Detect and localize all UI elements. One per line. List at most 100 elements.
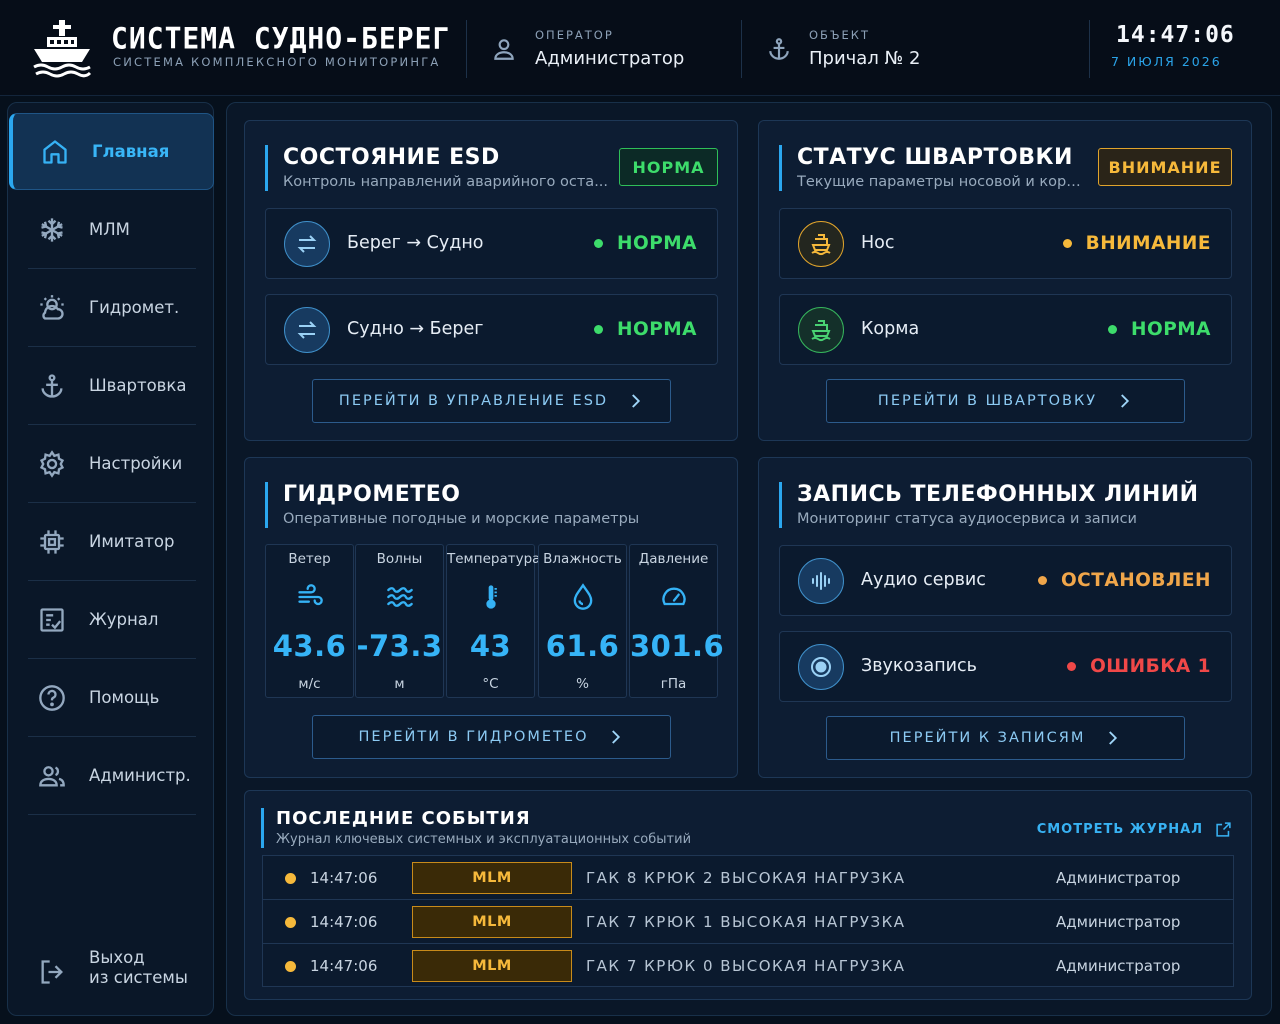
- meteo-value: 301.6: [630, 629, 725, 663]
- panel-title: ЗАПИСЬ ТЕЛЕФОННЫХ ЛИНИЙ: [797, 482, 1199, 507]
- sidebar-item-admin[interactable]: Администр.: [28, 737, 196, 815]
- panel-title: СОСТОЯНИЕ ESD: [283, 145, 500, 170]
- chevron-right-icon: [632, 394, 641, 408]
- panel-header: СТАТУС ШВАРТОВКИ Текущие параметры носов…: [779, 145, 1091, 191]
- sidebar-item-label: Администр.: [89, 766, 191, 785]
- meteo-label: Волны: [376, 551, 423, 567]
- service-label: Аудио сервис: [861, 570, 986, 590]
- logout-icon: [41, 960, 63, 984]
- meteo-label: Влажность: [543, 551, 622, 567]
- sidebar-item-mooring[interactable]: Швартовка: [28, 347, 196, 425]
- view-journal-link[interactable]: СМОТРЕТЬ ЖУРНАЛ: [1037, 821, 1232, 838]
- sidebar-item-help[interactable]: Помощь: [28, 659, 196, 737]
- meteo-pressure: Давление 301.6 гПа: [629, 544, 725, 698]
- sidebar-item-home[interactable]: Главная: [9, 113, 214, 190]
- sidebar-item-mlm[interactable]: МЛМ: [28, 191, 196, 269]
- record-icon: [798, 644, 844, 690]
- sidebar-item-label: Швартовка: [89, 376, 187, 395]
- status-indicator: ОШИБКА 1: [1067, 656, 1211, 677]
- meteo-temperature: Температура 43 °С: [446, 544, 540, 698]
- panel-title: ПОСЛЕДНИЕ СОБЫТИЯ: [276, 808, 531, 829]
- panel-subtitle: Оперативные погодные и морские параметры: [283, 511, 640, 527]
- meteo-wind: Ветер 43.6 м/с: [265, 544, 354, 698]
- logout-button[interactable]: Выход из системы: [28, 939, 196, 1009]
- panel-header: ЗАПИСЬ ТЕЛЕФОННЫХ ЛИНИЙ Мониторинг стату…: [779, 482, 1219, 528]
- chevron-right-icon: [612, 730, 621, 744]
- dashboard-main: СОСТОЯНИЕ ESD Контроль направлений авари…: [226, 102, 1272, 1016]
- status-dot: [285, 961, 296, 972]
- sidebar-item-label: Настройки: [89, 454, 183, 473]
- phone-recording-panel: ЗАПИСЬ ТЕЛЕФОННЫХ ЛИНИЙ Мониторинг стату…: [758, 457, 1252, 778]
- go-mooring-button[interactable]: ПЕРЕЙТИ В ШВАРТОВКУ: [826, 379, 1185, 423]
- go-recordings-button[interactable]: ПЕРЕЙТИ К ЗАПИСЯМ: [826, 716, 1185, 760]
- event-user: Администратор: [1056, 869, 1181, 887]
- meteo-unit: °С: [482, 676, 499, 692]
- meteo-label: Давление: [638, 551, 709, 567]
- status-indicator: ВНИМАНИЕ: [1062, 233, 1211, 254]
- waves-icon: [387, 587, 413, 607]
- button-label: ПЕРЕЙТИ К ЗАПИСЯМ: [889, 730, 1086, 746]
- meteo-unit: %: [576, 676, 589, 692]
- sidebar-item-journal[interactable]: Журнал: [28, 581, 196, 659]
- logout-label: Выход из системы: [89, 948, 188, 987]
- panel-title: СТАТУС ШВАРТОВКИ: [797, 145, 1073, 170]
- meteo-value: 43: [469, 629, 512, 663]
- go-meteo-button[interactable]: ПЕРЕЙТИ В ГИДРОМЕТЕО: [312, 715, 671, 759]
- button-label: ПЕРЕЙТИ В ГИДРОМЕТЕО: [358, 729, 589, 745]
- meteo-panel: ГИДРОМЕТЕО Оперативные погодные и морски…: [244, 457, 738, 778]
- header-divider: [1089, 20, 1090, 78]
- go-esd-button[interactable]: ПЕРЕЙТИ В УПРАВЛЕНИЕ ESD: [312, 379, 671, 423]
- event-tag: MLM: [412, 950, 572, 982]
- event-message: ГАК 7 КРЮК 1 ВЫСОКАЯ НАГРУЗКА: [586, 913, 906, 931]
- sidebar-item-label: Главная: [92, 142, 170, 161]
- panel-subtitle: Мониторинг статуса аудиосервиса и записи: [797, 511, 1137, 527]
- table-row[interactable]: 14:47:06 MLM ГАК 8 КРЮК 2 ВЫСОКАЯ НАГРУЗ…: [263, 856, 1233, 900]
- sidebar-item-label: Журнал: [89, 610, 159, 629]
- event-message: ГАК 7 КРЮК 0 ВЫСОКАЯ НАГРУЗКА: [586, 957, 906, 975]
- event-user: Администратор: [1056, 957, 1181, 975]
- direction-label: Судно → Берег: [347, 319, 484, 339]
- sidebar-item-label: Имитатор: [89, 532, 175, 551]
- status-indicator: НОРМА: [1108, 319, 1211, 340]
- sidebar-item-simulator[interactable]: Имитатор: [28, 503, 196, 581]
- events-panel: ПОСЛЕДНИЕ СОБЫТИЯ Журнал ключевых систем…: [244, 790, 1252, 1000]
- button-label: ПЕРЕЙТИ В УПРАВЛЕНИЕ ESD: [338, 393, 609, 409]
- header-divider: [466, 20, 467, 78]
- sidebar-item-hydromet[interactable]: Гидромет.: [28, 269, 196, 347]
- meteo-value: 43.6: [272, 629, 347, 663]
- date: 7 ИЮЛЯ 2026: [1111, 54, 1222, 69]
- wind-icon: [298, 584, 323, 606]
- status-badge: ВНИМАНИЕ: [1098, 148, 1232, 186]
- service-label: Звукозапись: [861, 656, 977, 676]
- mooring-row-stern: Корма НОРМА: [779, 294, 1232, 365]
- clock: 14:47:06: [1116, 22, 1235, 48]
- meteo-unit: м/с: [298, 676, 321, 692]
- help-icon: [39, 684, 65, 711]
- panel-header: ПОСЛЕДНИЕ СОБЫТИЯ Журнал ключевых систем…: [261, 808, 691, 848]
- link-label: СМОТРЕТЬ ЖУРНАЛ: [1036, 822, 1203, 837]
- sidebar-item-settings[interactable]: Настройки: [28, 425, 196, 503]
- chip-icon: [40, 529, 64, 554]
- status-dot: [594, 325, 603, 334]
- table-row[interactable]: 14:47:06 MLM ГАК 7 КРЮК 0 ВЫСОКАЯ НАГРУЗ…: [263, 944, 1233, 988]
- transfer-icon: [284, 221, 330, 267]
- status-indicator: НОРМА: [594, 233, 697, 254]
- mooring-label: Корма: [861, 319, 920, 339]
- audio-wave-icon: [798, 558, 844, 604]
- table-row[interactable]: 14:47:06 MLM ГАК 7 КРЮК 1 ВЫСОКАЯ НАГРУЗ…: [263, 900, 1233, 944]
- status-dot: [1037, 576, 1047, 585]
- meteo-humidity: Влажность 61.6 %: [538, 544, 627, 698]
- weather-icon: [40, 294, 64, 320]
- ship-icon: [798, 221, 844, 267]
- status-dot: [1067, 662, 1077, 671]
- status-dot: [1062, 239, 1072, 248]
- transfer-icon: [284, 307, 330, 353]
- status-indicator: НОРМА: [594, 319, 697, 340]
- gauge-icon: [662, 587, 686, 606]
- panel-subtitle: Текущие параметры носовой и корм...: [797, 174, 1091, 190]
- panel-title: ГИДРОМЕТЕО: [283, 482, 461, 507]
- event-time: 14:47:06: [310, 913, 378, 931]
- events-table: 14:47:06 MLM ГАК 8 КРЮК 2 ВЫСОКАЯ НАГРУЗ…: [262, 855, 1234, 987]
- mooring-label: Нос: [861, 233, 895, 253]
- status-indicator: ОСТАНОВЛЕН: [1037, 570, 1211, 591]
